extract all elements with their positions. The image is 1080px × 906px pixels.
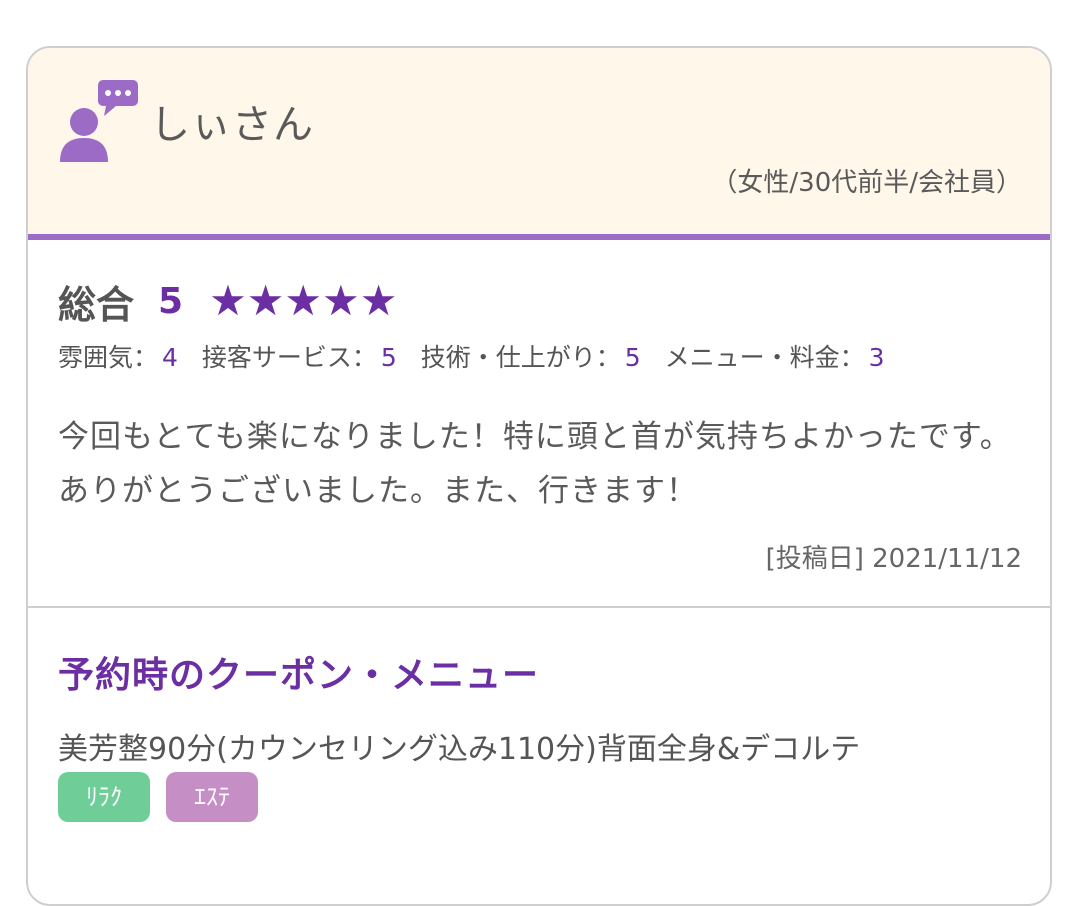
post-date: [投稿日] 2021/11/12: [765, 544, 1022, 574]
coupon-tags: ﾘﾗｸ ｴｽﾃ: [58, 772, 274, 822]
review-card: しぃさん （女性/30代前半/会社員） 総合 5 ★ ★ ★ ★ ★ 雰囲気： 4…: [26, 46, 1052, 906]
star-icon: ★: [322, 276, 360, 325]
sub-ratings: 雰囲気： 4 接客サービス： 5 技術・仕上がり： 5 メニュー・料金： 3: [58, 338, 901, 374]
star-icon: ★: [246, 276, 285, 325]
sub-rating-atmosphere: 雰囲気： 4: [58, 343, 178, 372]
sub-rating-service: 接客サービス： 5: [201, 343, 397, 372]
star-rating: ★ ★ ★ ★ ★: [209, 280, 397, 322]
review-header: しぃさん （女性/30代前半/会社員）: [28, 48, 1050, 240]
sub-rating-technique: 技術・仕上がり： 5: [420, 343, 641, 372]
tag-relax: ﾘﾗｸ: [58, 772, 150, 822]
star-icon: ★: [359, 276, 398, 325]
tag-este: ｴｽﾃ: [166, 772, 258, 822]
coupon-menu-link[interactable]: 美芳整90分(カウンセリング込み110分)背面全身&デコルテ: [58, 724, 860, 768]
review-comment: 今回もとても楽になりました！特に頭と首が気持ちよかったです。ありがとうございまし…: [58, 419, 1012, 509]
divider: [28, 606, 1050, 608]
rating-label: 総合: [58, 282, 135, 327]
rating-score: 5: [158, 280, 184, 322]
sub-rating-menu-price: メニュー・料金： 3: [664, 343, 885, 372]
coupon-section-title: 予約時のクーポン・メニュー: [58, 655, 540, 696]
user-speech-icon: [60, 80, 138, 162]
reviewer-name: しぃさん: [150, 102, 314, 148]
reviewer-attributes: （女性/30代前半/会社員）: [711, 168, 1022, 198]
star-icon: ★: [284, 276, 323, 325]
star-icon: ★: [209, 276, 247, 325]
overall-rating: 総合 5 ★ ★ ★ ★ ★: [58, 276, 397, 327]
